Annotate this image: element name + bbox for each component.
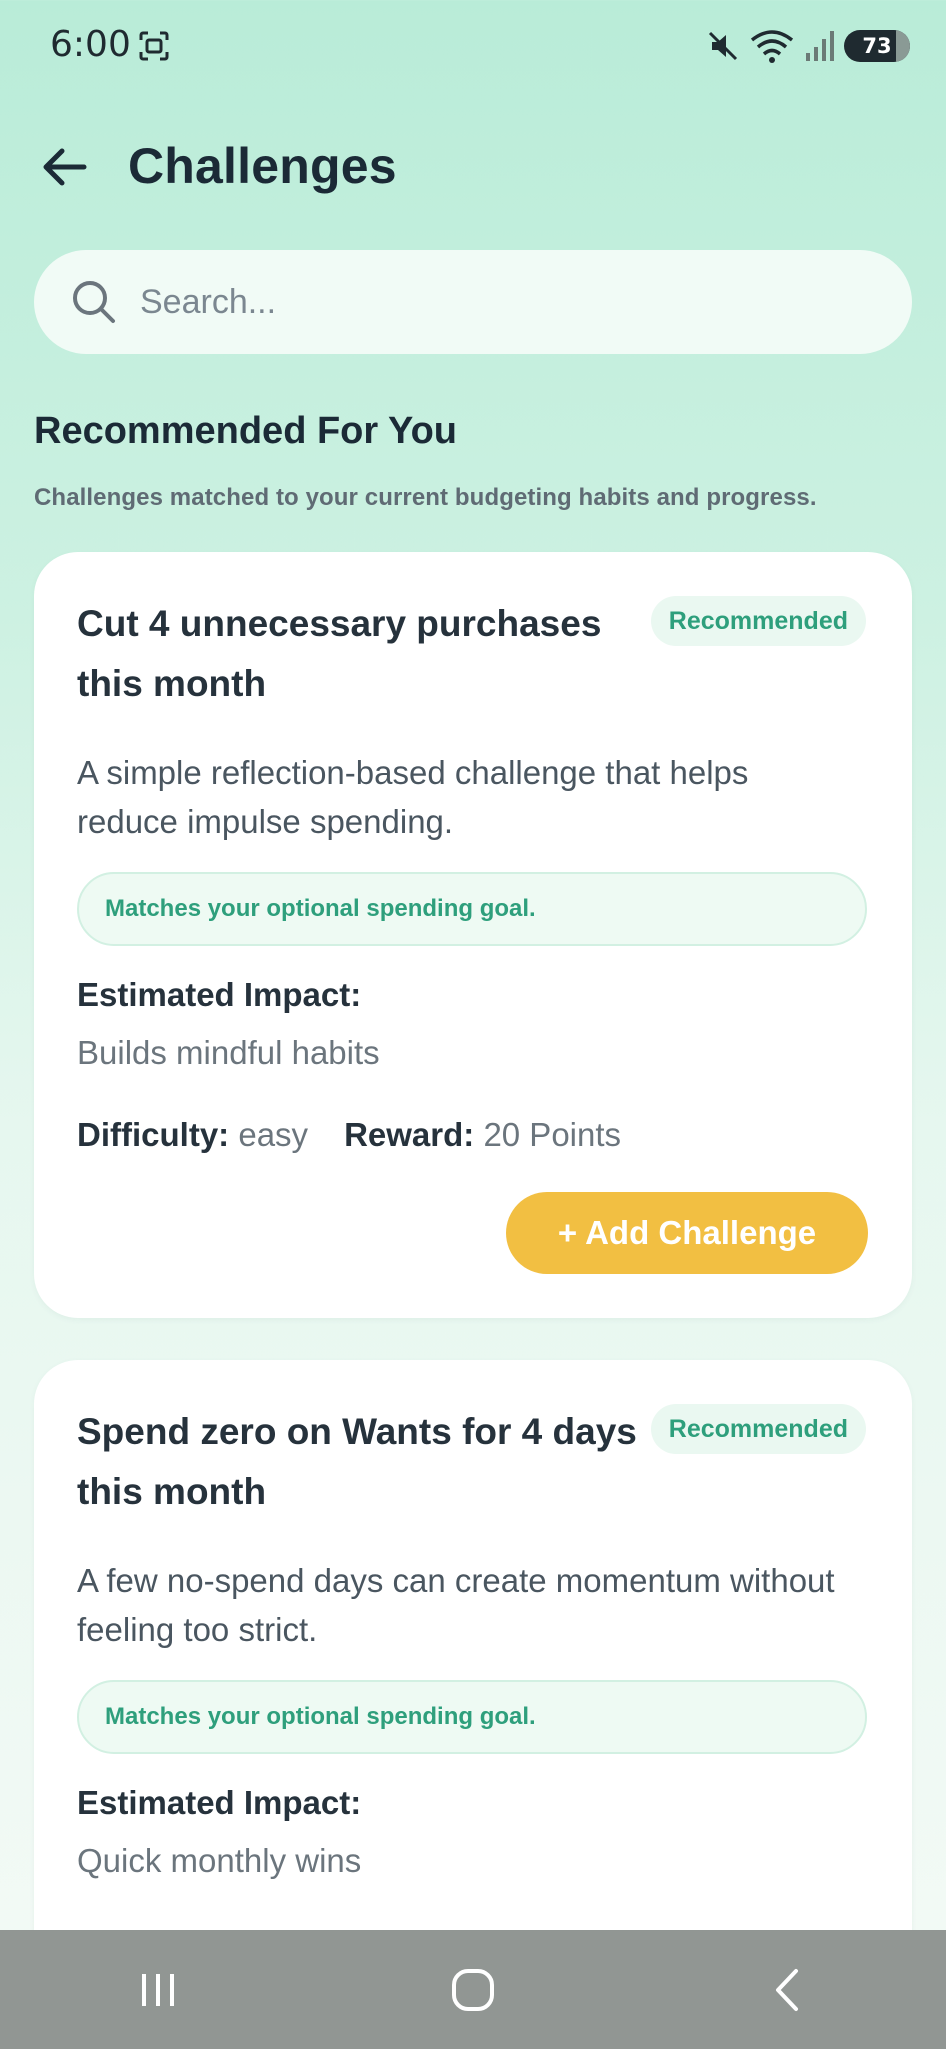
meta-row: Difficulty: easy Reward: 20 Points <box>77 1116 621 1154</box>
impact-value: Builds mindful habits <box>77 1034 380 1071</box>
challenge-card: Cut 4 unnecessary purchases this month R… <box>34 552 912 1318</box>
home-icon <box>451 1968 494 2011</box>
search-icon <box>73 281 115 323</box>
battery-level: 73 <box>862 34 892 58</box>
challenge-title: Cut 4 unnecessary purchases this month <box>77 603 602 704</box>
reward-value: 20 Points <box>483 1116 622 1153</box>
wifi-icon <box>750 30 794 63</box>
arrow-left-icon <box>43 148 87 186</box>
status-time: 6:00 <box>50 24 131 65</box>
system-nav-bar <box>0 1930 946 2049</box>
impact-value: Quick monthly wins <box>77 1842 362 1879</box>
reward: Reward: 20 Points <box>344 1116 621 1154</box>
match-note: Matches your optional spending goal. <box>77 1680 867 1754</box>
back-icon <box>776 1968 799 2011</box>
recommended-badge: Recommended <box>650 1404 866 1454</box>
battery-icon: 73 <box>844 30 910 62</box>
challenge-description: A simple reflection-based challenge that… <box>77 754 749 840</box>
recommended-badge: Recommended <box>650 596 866 646</box>
add-challenge-button[interactable]: + Add Challenge <box>506 1192 868 1274</box>
recents-button[interactable] <box>98 1950 218 2030</box>
screenshot-icon <box>139 31 169 61</box>
challenge-title: Spend zero on Wants for 4 days this mont… <box>77 1411 637 1512</box>
recents-icon <box>141 1973 174 2006</box>
page-title: Challenges <box>128 138 397 194</box>
home-button[interactable] <box>413 1950 533 2030</box>
mute-icon <box>708 31 738 61</box>
nav-back-button[interactable] <box>728 1950 848 2030</box>
back-button[interactable] <box>36 139 92 195</box>
reward-label: Reward: <box>344 1116 475 1153</box>
header: Challenges <box>0 125 946 209</box>
section-subtitle: Challenges matched to your current budge… <box>34 484 817 511</box>
difficulty-label: Difficulty: <box>77 1116 230 1153</box>
challenge-description: A few no-spend days can create momentum … <box>77 1562 835 1648</box>
impact-label: Estimated Impact: <box>77 976 362 1013</box>
signal-icon <box>806 31 834 61</box>
impact-label: Estimated Impact: <box>77 1784 362 1821</box>
search-bar[interactable] <box>34 250 912 354</box>
match-note: Matches your optional spending goal. <box>77 872 867 946</box>
difficulty: Difficulty: easy <box>77 1116 308 1154</box>
search-input[interactable] <box>140 282 840 322</box>
section-title: Recommended For You <box>34 410 457 452</box>
difficulty-value: easy <box>238 1116 309 1153</box>
status-bar: 6:00 73 <box>0 0 946 92</box>
